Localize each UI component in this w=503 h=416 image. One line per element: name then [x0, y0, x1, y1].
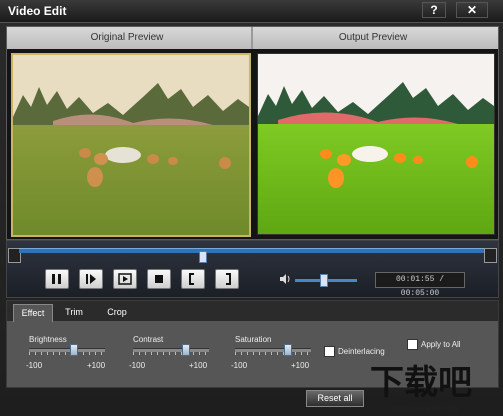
tab-trim[interactable]: Trim [59, 304, 89, 321]
close-button[interactable]: ✕ [456, 2, 488, 18]
brightness-ticks [29, 352, 105, 355]
step-forward-icon [86, 274, 96, 284]
apply-to-all-checkbox[interactable] [407, 339, 418, 350]
brightness-min: -100 [26, 361, 43, 370]
set-end-button[interactable] [215, 269, 239, 289]
next-frame-button[interactable] [79, 269, 103, 289]
title-bar: Video Edit ? ✕ [0, 0, 503, 23]
cats-original [79, 147, 231, 187]
playback-controls: 00:01:55 / 00:05:00 [6, 240, 499, 298]
preview-panel: Original Preview Output Preview [6, 26, 499, 240]
brightness-label: Brightness [29, 335, 67, 344]
timecode-display: 00:01:55 / 00:05:00 [375, 272, 465, 298]
deinterlacing-label: Deinterlacing [338, 347, 385, 356]
brightness-thumb[interactable] [70, 344, 78, 356]
tab-effect[interactable]: Effect [13, 304, 53, 322]
watermark-url: www.xiazaiba.com [392, 404, 458, 413]
pause-icon [52, 274, 61, 284]
pause-button[interactable] [45, 269, 69, 289]
bracket-left-icon [189, 273, 194, 285]
tab-crop[interactable]: Crop [101, 304, 133, 321]
stop-icon [155, 275, 163, 283]
set-start-button[interactable] [181, 269, 205, 289]
cats-output [320, 146, 478, 188]
video-edit-window: Video Edit ? ✕ Original Preview Output P… [0, 0, 503, 416]
contrast-label: Contrast [133, 335, 164, 344]
watermark-text: 下载吧 [370, 363, 472, 403]
tab-bar: Effect Trim Crop [7, 301, 498, 322]
original-preview-label: Original Preview [90, 32, 164, 43]
bracket-right-icon [226, 273, 231, 285]
window-title: Video Edit [8, 4, 67, 18]
contrast-ticks [133, 352, 209, 355]
watermark-logo: 下载吧 www.xiazaiba.com [364, 362, 503, 416]
output-preview-label: Output Preview [338, 32, 408, 43]
saturation-min: -100 [231, 361, 248, 370]
original-video-frame [11, 53, 251, 237]
deinterlacing-checkbox[interactable] [324, 346, 335, 357]
help-button[interactable]: ? [422, 2, 446, 18]
saturation-thumb[interactable] [284, 344, 292, 356]
saturation-label: Saturation [235, 335, 272, 344]
volume-thumb[interactable] [320, 274, 328, 287]
brightness-max: +100 [87, 361, 106, 370]
timeline-slider[interactable] [19, 248, 487, 263]
contrast-thumb[interactable] [182, 344, 190, 356]
frame-play-icon [118, 273, 132, 285]
apply-to-all-label: Apply to All [421, 340, 461, 349]
timeline-thumb[interactable] [199, 251, 207, 263]
trim-end-marker[interactable] [484, 248, 497, 263]
saturation-max: +100 [291, 361, 310, 370]
reset-all-button[interactable]: Reset all [306, 390, 364, 407]
output-video-frame [257, 53, 495, 235]
stop-button[interactable] [147, 269, 171, 289]
contrast-min: -100 [129, 361, 146, 370]
contrast-max: +100 [189, 361, 208, 370]
saturation-ticks [235, 352, 311, 355]
snapshot-button[interactable] [113, 269, 137, 289]
preview-headers: Original Preview Output Preview [7, 27, 498, 49]
volume-icon[interactable] [279, 274, 291, 284]
